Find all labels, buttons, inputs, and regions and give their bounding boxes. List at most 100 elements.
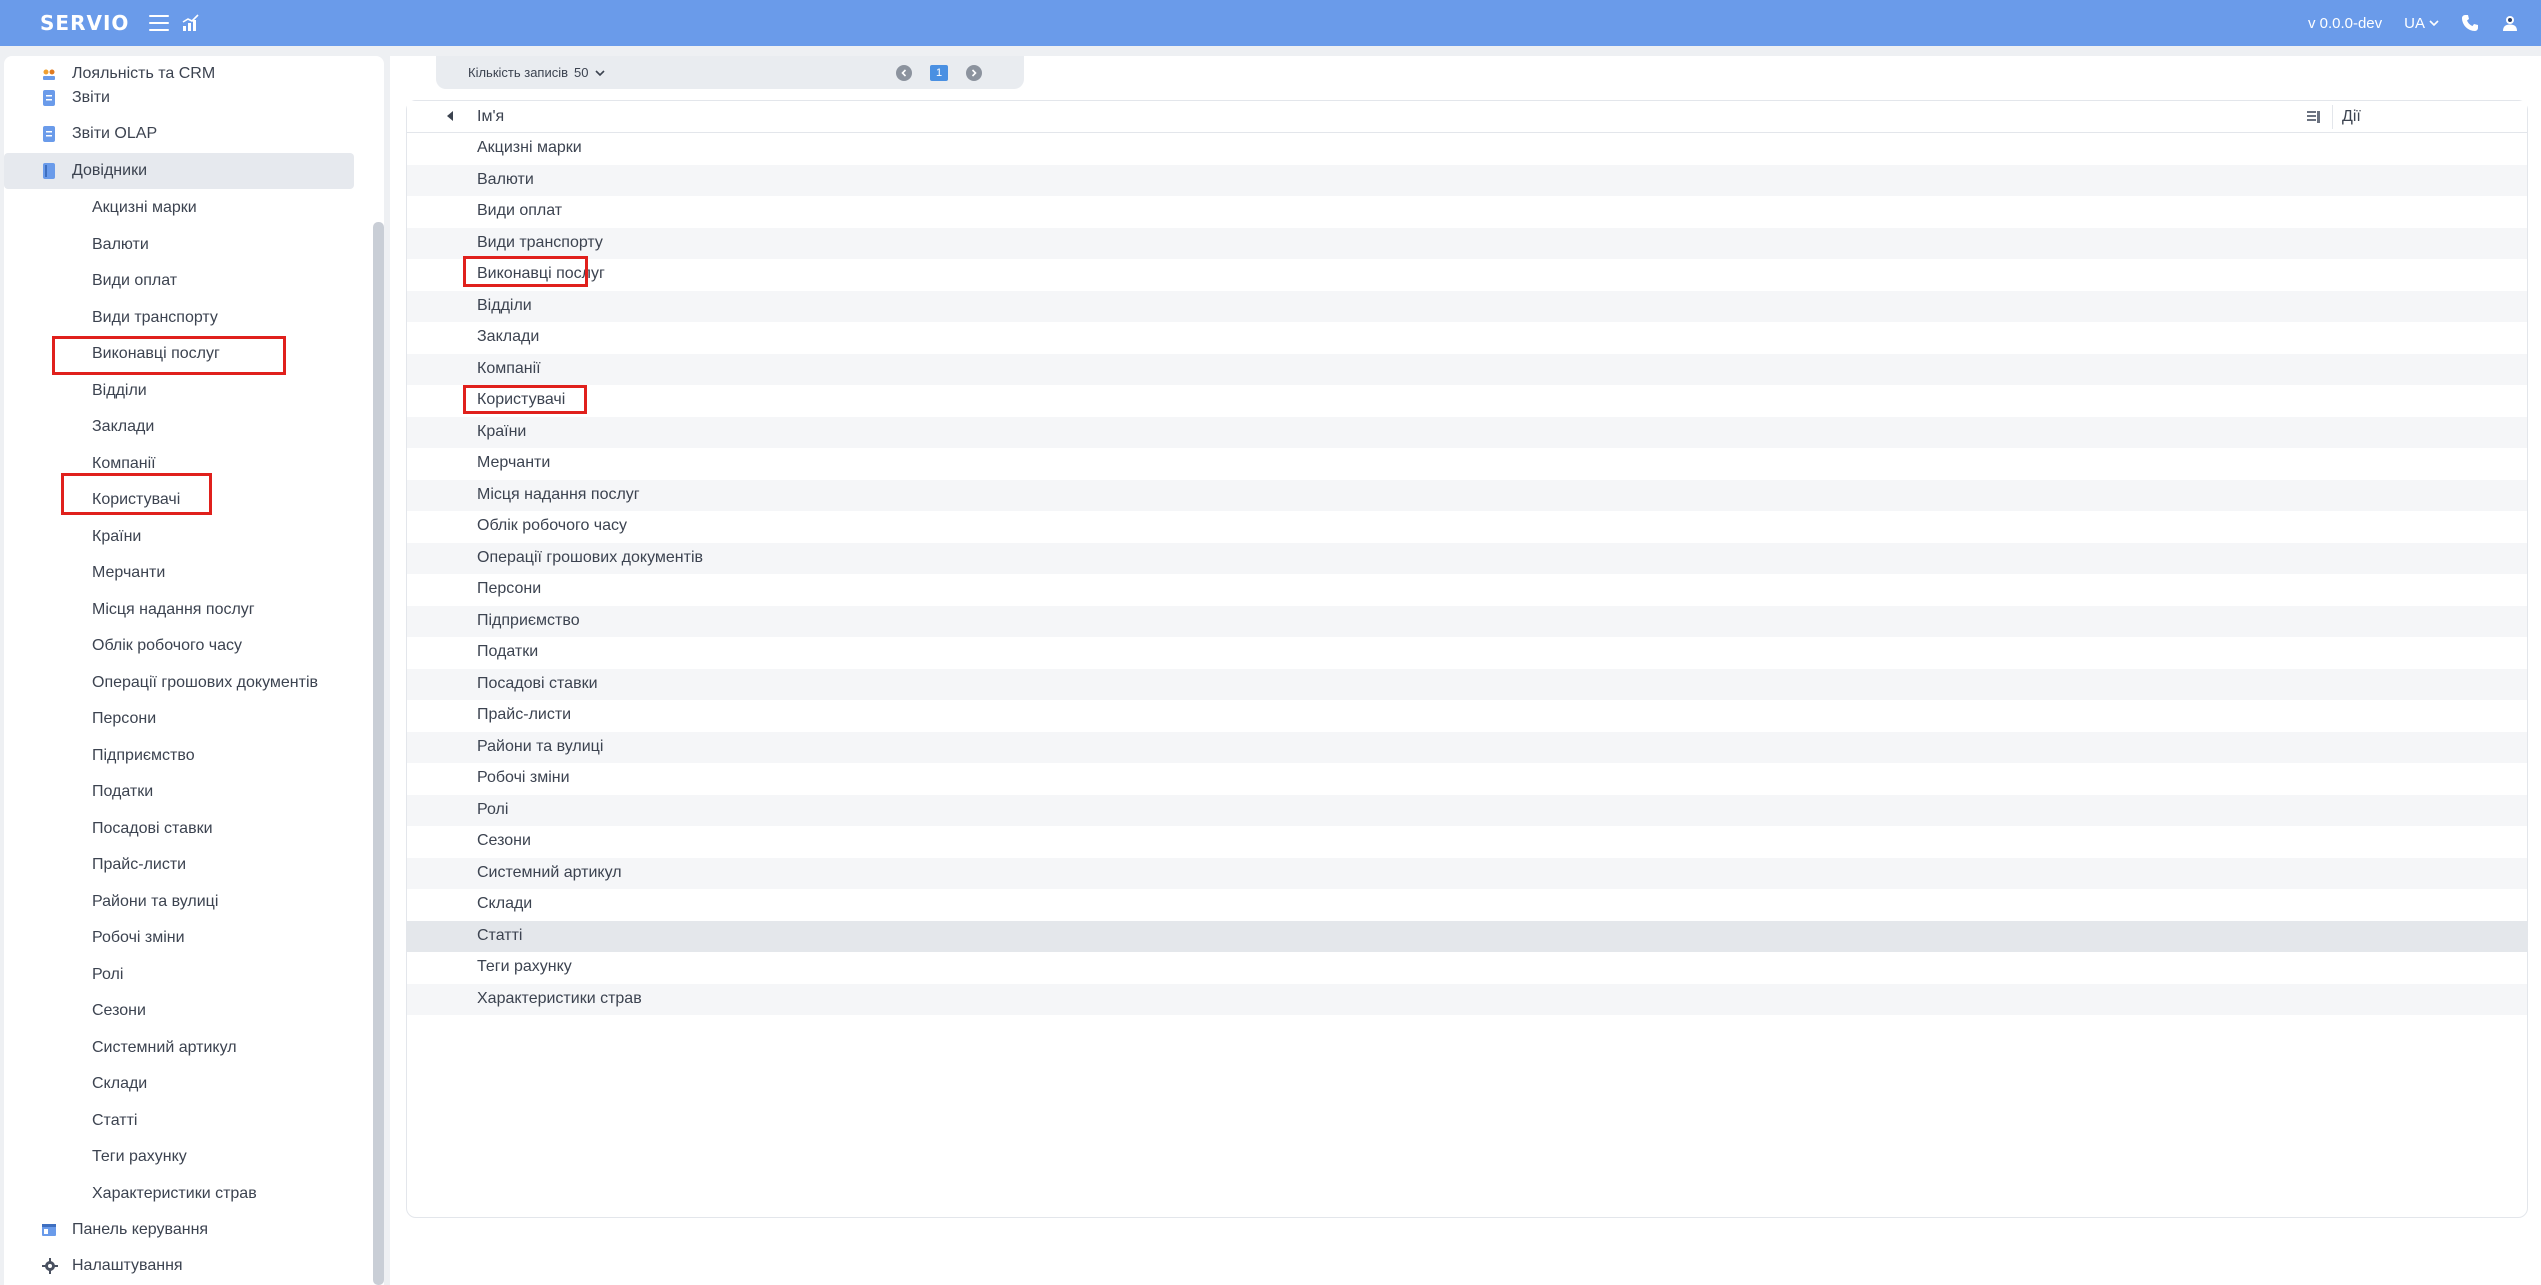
dashboard-icon <box>42 1224 56 1236</box>
table-row[interactable]: Підприємство <box>407 605 2527 637</box>
table-row[interactable]: Склади <box>407 889 2527 921</box>
table-row[interactable]: Акцизні марки <box>407 133 2527 165</box>
table-row[interactable]: Теги рахунку <box>407 952 2527 984</box>
gear-icon <box>42 1258 58 1274</box>
table-cell-name: Валюти <box>477 170 534 188</box>
table-row[interactable]: Персони <box>407 574 2527 606</box>
sidebar-subitem[interactable]: Акцизні марки <box>92 197 197 219</box>
table-cell-name: Відділи <box>477 296 532 314</box>
column-header-name[interactable]: Ім'я <box>477 108 504 126</box>
sidebar-subitem[interactable]: Ролі <box>92 964 123 986</box>
document-icon <box>43 90 55 106</box>
column-header-actions: Дії <box>2342 108 2361 125</box>
sidebar-item-reports-olap[interactable]: Звіти OLAP <box>4 116 354 152</box>
records-per-page-selector[interactable]: Кількість записів 50 <box>468 65 605 80</box>
sidebar-item-control-panel[interactable]: Панель керування <box>4 1212 354 1248</box>
table-row[interactable]: Країни <box>407 416 2527 448</box>
table-row[interactable]: Сезони <box>407 826 2527 858</box>
table-row[interactable]: Системний артикул <box>407 857 2527 889</box>
table-row[interactable]: Посадові ставки <box>407 668 2527 700</box>
table-row[interactable]: Облік робочого часу <box>407 511 2527 543</box>
table-cell-name: Ролі <box>477 800 509 818</box>
table-cell-name: Заклади <box>477 328 540 345</box>
sidebar-item-directories[interactable]: Довідники <box>4 153 354 189</box>
columns-settings-icon[interactable] <box>2307 110 2321 124</box>
language-selector[interactable]: UA <box>2404 15 2439 32</box>
book-icon <box>43 163 55 179</box>
table-row[interactable]: Ролі <box>407 794 2527 826</box>
table-cell-name: Посадові ставки <box>477 674 598 692</box>
table-row[interactable]: Виконавці послуг <box>407 259 2527 291</box>
analytics-chart-icon[interactable] <box>181 14 201 32</box>
chevron-down-icon <box>2429 20 2439 27</box>
sidebar-item-settings[interactable]: Налаштування <box>4 1248 354 1284</box>
user-avatar-icon[interactable] <box>2501 14 2519 32</box>
table-row[interactable]: Місця надання послуг <box>407 479 2527 511</box>
table-row[interactable]: Податки <box>407 637 2527 669</box>
sidebar-subitem[interactable]: Компанії <box>92 453 156 475</box>
previous-page-button[interactable] <box>896 64 912 81</box>
sidebar-subitem[interactable]: Прайс-листи <box>92 854 186 876</box>
table-row[interactable]: Характеристики страв <box>407 983 2527 1015</box>
sidebar-subitem[interactable]: Облік робочого часу <box>92 635 242 657</box>
table-row[interactable]: Статті <box>407 920 2527 952</box>
table-row[interactable]: Робочі зміни <box>407 763 2527 795</box>
table-row[interactable]: Відділи <box>407 290 2527 322</box>
column-divider <box>2332 105 2333 129</box>
page-number-button[interactable]: 1 <box>930 64 948 81</box>
sidebar-item-label: Звіти <box>72 89 110 106</box>
collapse-left-icon[interactable] <box>445 110 455 122</box>
sidebar-subitem[interactable]: Характеристики страв <box>92 1183 257 1205</box>
sidebar-subitem[interactable]: Сезони <box>92 1000 146 1022</box>
records-per-page-value: 50 <box>574 65 589 80</box>
table-row[interactable]: Мерчанти <box>407 448 2527 480</box>
chevron-down-icon <box>594 69 605 76</box>
sidebar-subitem[interactable]: Місця надання послуг <box>92 599 255 621</box>
document-icon <box>43 126 55 142</box>
sidebar-subitem[interactable]: Види оплат <box>92 270 177 292</box>
sidebar-subitem[interactable]: Операції грошових документів <box>92 672 318 694</box>
table-row[interactable]: Види оплат <box>407 196 2527 228</box>
sidebar-subitem[interactable]: Заклади <box>92 416 154 438</box>
table-row[interactable]: Заклади <box>407 322 2527 354</box>
table-cell-name: Склади <box>477 895 533 912</box>
sidebar-subitem[interactable]: Теги рахунку <box>92 1146 187 1168</box>
sidebar-subitem[interactable]: Системний артикул <box>92 1037 237 1059</box>
sidebar-subitem[interactable]: Склади <box>92 1073 147 1095</box>
sidebar-subitem[interactable]: Мерчанти <box>92 562 165 584</box>
table-row[interactable]: Райони та вулиці <box>407 731 2527 763</box>
sidebar-subitem[interactable]: Країни <box>92 526 141 548</box>
sidebar-item-reports[interactable]: Звіти <box>4 80 354 116</box>
table-row[interactable]: Валюти <box>407 164 2527 196</box>
sidebar-subitem[interactable]: Райони та вулиці <box>92 891 218 913</box>
table-header: Ім'я Дії <box>407 101 2527 133</box>
table-row[interactable]: Користувачі <box>407 385 2527 417</box>
pagination-bar: Кількість записів 50 1 <box>436 56 1024 89</box>
menu-toggle-icon[interactable] <box>149 15 170 31</box>
servio-logo[interactable]: SERVIO <box>40 11 129 35</box>
sidebar-subitem[interactable]: Підприємство <box>92 745 195 767</box>
table-cell-name: Виконавці послуг <box>477 265 605 282</box>
sidebar-subitem[interactable]: Валюти <box>92 234 149 256</box>
sidebar-scrollbar[interactable] <box>373 222 384 1285</box>
table-cell-name: Види транспорту <box>477 233 603 251</box>
table-row[interactable]: Прайс-листи <box>407 700 2527 732</box>
table-cell-name: Акцизні марки <box>477 139 582 156</box>
sidebar-item-label: Довідники <box>72 162 148 179</box>
sidebar-subitem[interactable]: Статті <box>92 1110 137 1132</box>
sidebar-subitem[interactable]: Персони <box>92 708 156 730</box>
sidebar-subitem[interactable]: Відділи <box>92 380 147 402</box>
sidebar-subitem[interactable]: Посадові ставки <box>92 818 213 840</box>
table-cell-name: Підприємство <box>477 611 580 629</box>
sidebar-subitem[interactable]: Види транспорту <box>92 307 218 329</box>
sidebar-subitem[interactable]: Виконавці послуг <box>92 343 220 365</box>
table-row[interactable]: Компанії <box>407 353 2527 385</box>
table-cell-name: Робочі зміни <box>477 769 570 786</box>
next-page-button[interactable] <box>966 64 982 81</box>
table-row[interactable]: Операції грошових документів <box>407 542 2527 574</box>
sidebar-subitem[interactable]: Робочі зміни <box>92 927 185 949</box>
sidebar-subitem[interactable]: Користувачі <box>92 489 180 511</box>
sidebar-subitem[interactable]: Податки <box>92 781 153 803</box>
table-row[interactable]: Види транспорту <box>407 227 2527 259</box>
phone-icon[interactable] <box>2461 14 2479 32</box>
